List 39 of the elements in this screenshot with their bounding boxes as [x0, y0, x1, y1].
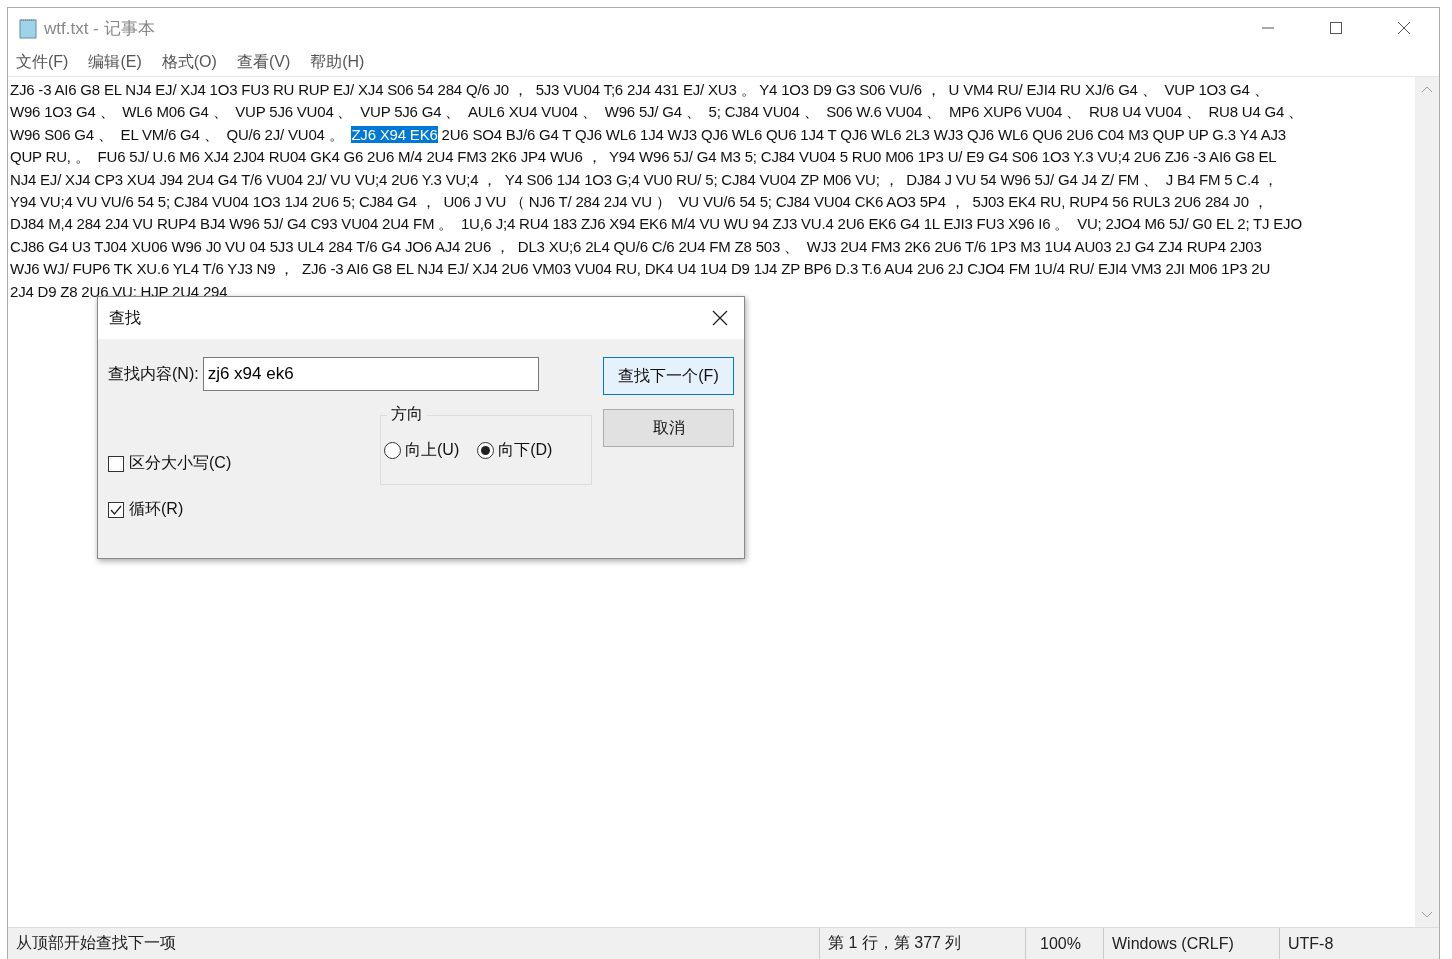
- checkbox[interactable]: [108, 455, 124, 472]
- menu-item[interactable]: 编辑(E): [86, 51, 144, 73]
- menu-item[interactable]: 文件(F): [14, 51, 71, 73]
- text-line: ZJ6 -3 AI6 G8 EL NJ4 EJ/ XJ4 1O3 FU3 RU RUP EJ/ XJ4 S06 54 284 Q/6 J0 ， 5J3 VU04 T;6 2J4 431 EJ/ XU3 。 Y4 1O3 D9 G3 S06 VU/6 ， U VM4 RU/ EJI4 RU XJ/6 G4 、 VUP 1O3 G4 、: [10, 80, 1270, 100]
- text-line: W96 S06 G4 、 EL VM/6 G4 、 QU/6 2J/ VU04 。: [10, 125, 345, 143]
- radio-label: 向下(D): [498, 440, 553, 460]
- checkbox[interactable]: [108, 501, 124, 518]
- text-line: Y94 VU;4 VU VU/6 54 5; CJ84 VU04 1O3 1J4 2U6 5; CJ84 G4 ， U06 J VU （ NJ6 T/ 284 2J4 VU ） VU VU/6 54 5; CJ84 VU04 CK6 AO3 5P4 ， 5J03 EK4 RU, RUP4 56 RUL3 2U6 284 J0 ，: [10, 191, 1269, 212]
- text-line: NJ4 EJ/ XJ4 CP3 XU4 J94 2U4 G4 T/6 VU04 2J/ VU VU;4 2U6 Y.3 VU;4 ， Y4 S06 1J4 1O3 G;4 VU0 RU/ 5; CJ84 VU04 ZP M06 VU; ， DJ84 J VU 54 W96 5J/ G4 J4 Z/ FM 、 J B4 FM 5 C.4 ，: [10, 169, 1279, 190]
- status-message: 从顶部开始查找下一项: [15, 933, 177, 953]
- close-button[interactable]: [1397, 21, 1411, 35]
- window-title: wtf.txt - 记事本: [44, 17, 155, 40]
- search-field[interactable]: zj6 x94 ek6: [202, 357, 539, 391]
- text-line: QUP RU, 。 FU6 5J/ U.6 M6 XJ4 2J04 RU04 GK4 G6 2U6 M/4 2U4 FM3 2K6 JP4 WU6 ， Y94 W96 5J/ G4 M3 5; CJ84 VU04 5 RU0 M06 1P3 U/ E9 G4 S06 1O3 Y.3 VU;4 2U6 ZJ6 -3 AI6 G8 EL: [10, 147, 1278, 168]
- field-label: 查找内容(N):: [108, 363, 199, 384]
- menu-item[interactable]: 帮助(H): [308, 51, 367, 73]
- text-line: DJ84 M,4 284 2J4 VU RUP4 BJ4 W96 5J/ G4 C93 VU04 2U4 FM 。 1U,6 J;4 RU4 183 ZJ6 X94 EK6 M/4 VU WU 94 ZJ3 VU.4 2U6 EK6 G4 1L EJI3 FU3 X96 I6 。 VU; 2JO4 M6 5J/ G0 EL 2; TJ EJO: [10, 214, 1303, 235]
- radio-button[interactable]: [384, 442, 401, 459]
- cursor-position: 第 1 行，第 377 列: [819, 928, 1025, 959]
- notepad-icon: [18, 17, 38, 39]
- find-next-button[interactable]: 查找下一个(F): [603, 357, 734, 395]
- encoding: UTF-8: [1279, 928, 1439, 959]
- text-line: CJ86 G4 U3 TJ04 XU06 W96 J0 VU 04 5J3 UL4 284 T/6 G4 JO6 AJ4 2U6 ， DL3 XU;6 2L4 QU/6 C/6 2U4 FM Z8 503 、 WJ3 2U4 FM3 2K6 2U6 T/6 1P3 M3 1U4 AU03 2J G4 ZJ4 RUP4 2J03: [10, 236, 1263, 257]
- checkbox-label: 循环(R): [129, 499, 184, 519]
- text-line: W96 1O3 G4 、 WL6 M06 G4 、 VUP 5J6 VU04 、 VUP 5J6 G4 、 AUL6 XU4 VU04 、 W96 5J/ G4 、 5; CJ84 VU04 、 S06 W.6 VU04 、 MP6 XUP6 VU04 、 RU8 U4 VU04 、 RU8 U4 G4 、: [10, 102, 1304, 123]
- menu-item[interactable]: 查看(V): [234, 51, 293, 73]
- selected-text: ZJ6 X94 EK6: [351, 125, 438, 143]
- radio-button[interactable]: [477, 442, 495, 459]
- cancel-button[interactable]: 取消: [603, 409, 734, 447]
- menu-item[interactable]: 格式(O): [159, 51, 219, 73]
- close-button[interactable]: [712, 310, 728, 326]
- text-line: WJ6 WJ/ FUP6 TK XU.6 YL4 T/6 YJ3 N9 ， ZJ6 -3 AI6 G8 EL NJ4 EJ/ XJ4 2U6 VM03 VU04 RU, DK4 U4 1U4 D9 1J4 ZP BP6 D.3 T.6 AU4 2U6 2J CJO4 FM 1U/4 RU/ EJI4 VM3 2JI M06 1P3 2U: [10, 259, 1272, 280]
- dialog-title: 查找: [109, 307, 141, 328]
- text-line: 2U6 SO4 BJ/6 G4 T QJ6 WL6 1J4 WJ3 QJ6 WL6 QU6 1J4 T QJ6 WL6 2L3 WJ3 QJ6 WL6 QU6 2U6 C04 M3 QUP UP G.3 Y4 AJ3: [440, 125, 1286, 143]
- checkbox-label: 区分大小写(C): [129, 453, 232, 473]
- line-ending: Windows (CRLF): [1103, 928, 1279, 959]
- radio-label: 向上(U): [405, 440, 460, 460]
- maximize-button[interactable]: [1329, 21, 1343, 35]
- zoom-level: 100%: [1025, 928, 1103, 959]
